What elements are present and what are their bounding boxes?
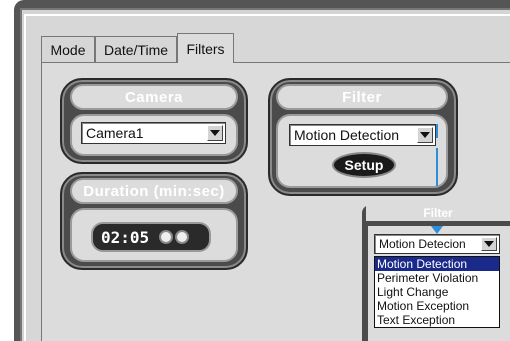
chevron-down-icon[interactable] [481, 237, 497, 251]
tab-mode-label: Mode [50, 41, 86, 58]
duration-value: 02:05 [101, 227, 150, 247]
zoomed-filter-select[interactable]: Motion Detecion [374, 234, 500, 254]
spin-up-icon[interactable] [175, 230, 190, 244]
filter-select-value: Motion Detection [294, 127, 400, 143]
setup-button[interactable]: Setup [332, 152, 396, 178]
callout-line-top [436, 124, 438, 138]
duration-panel-title: Duration (min:sec) [70, 178, 238, 204]
tab-date-time-label: Date/Time [103, 41, 169, 58]
camera-select-value: Camera1 [86, 125, 144, 141]
list-item[interactable]: Light Change [375, 285, 499, 299]
tab-filters-label: Filters [186, 40, 225, 57]
camera-panel: Camera [60, 78, 248, 164]
filter-select[interactable]: Motion Detection [289, 124, 436, 146]
duration-panel: Duration (min:sec) [60, 172, 248, 270]
arrow-down-icon [431, 226, 443, 234]
duration-time-field[interactable]: 02:05 [91, 222, 211, 252]
spin-down-icon[interactable] [159, 230, 174, 244]
list-item[interactable]: Text Exception [375, 313, 499, 327]
list-item[interactable]: Motion Detection [375, 257, 499, 271]
chevron-down-icon[interactable] [207, 125, 223, 141]
chevron-down-icon[interactable] [417, 127, 433, 143]
setup-button-label: Setup [344, 157, 384, 173]
filter-options-list[interactable]: Motion Detection Perimeter Violation Lig… [374, 256, 500, 328]
zoomed-filter-select-value: Motion Detecion [379, 237, 466, 251]
tab-mode[interactable]: Mode [41, 36, 95, 62]
tab-filters[interactable]: Filters [177, 33, 234, 63]
filter-panel-title: Filter [276, 84, 448, 110]
spin-buttons[interactable] [159, 230, 190, 244]
list-item[interactable]: Motion Exception [375, 299, 499, 313]
list-item[interactable]: Perimeter Violation [375, 271, 499, 285]
tab-date-time[interactable]: Date/Time [95, 36, 177, 62]
camera-panel-title: Camera [70, 84, 238, 110]
callout-line-mid [436, 148, 438, 186]
zoomed-filter-title: Filter [366, 205, 510, 221]
camera-select[interactable]: Camera1 [81, 122, 226, 144]
